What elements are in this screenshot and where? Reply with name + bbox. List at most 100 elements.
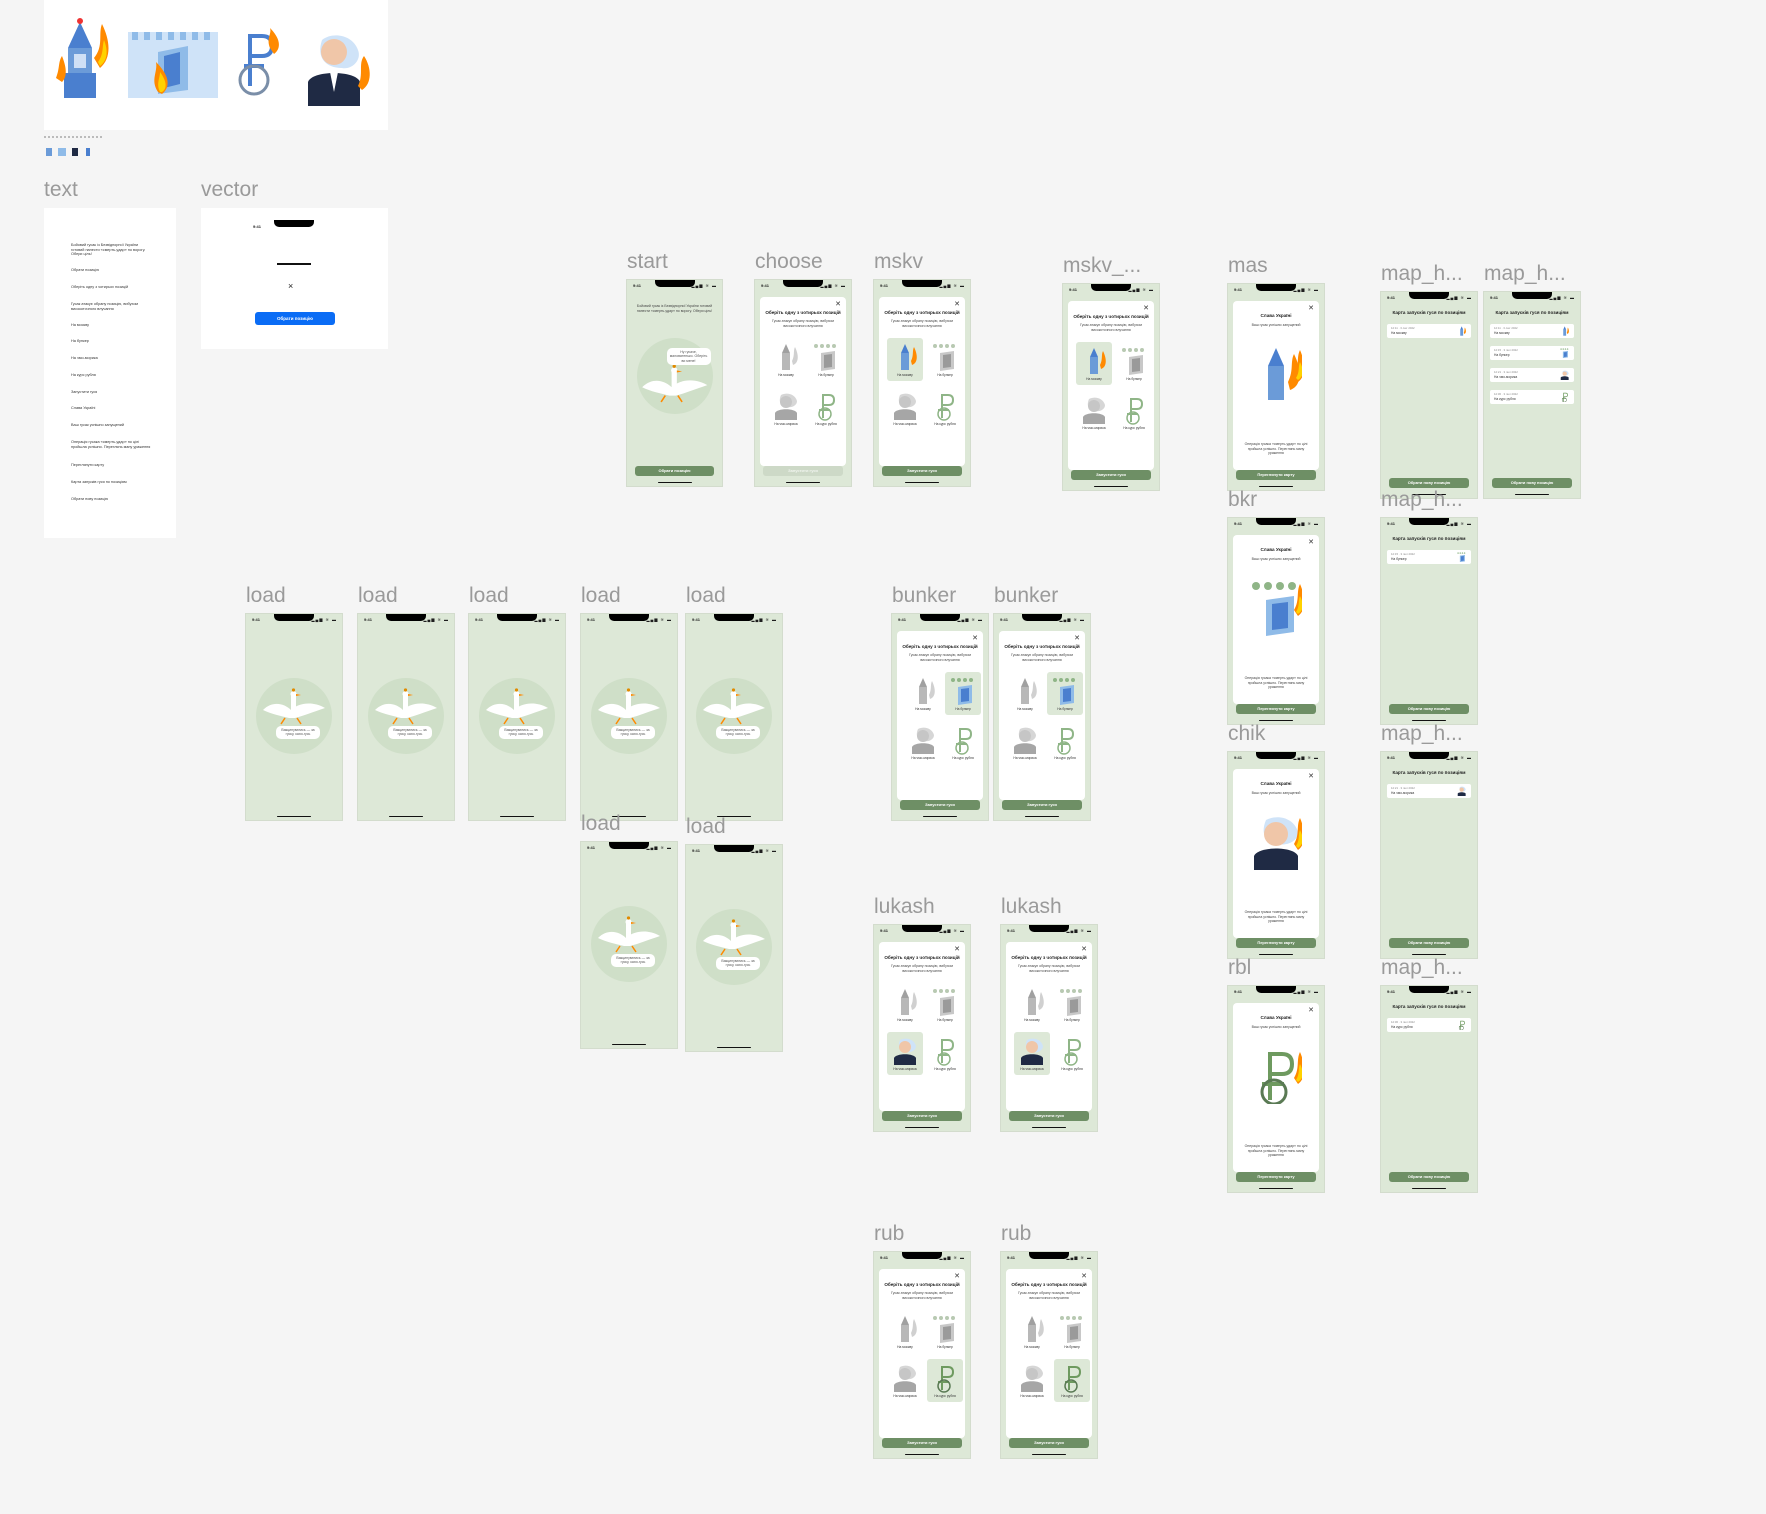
launch-goose-button[interactable]: Запустити гуся [1009, 1111, 1089, 1121]
frame-label-map-h: map_h... [1484, 262, 1566, 285]
status-signal-icons: ▂▄▆ ≋ ▬ [1293, 287, 1319, 292]
new-position-button[interactable]: Обрати нову позицію [1389, 938, 1469, 948]
option-dictator[interactable]: На чмо-морика [1076, 391, 1112, 434]
option-ruble[interactable]: На курс рубля [945, 721, 981, 764]
close-icon[interactable]: ✕ [1308, 772, 1314, 780]
map-row-date: 12:11 · 3 лют 2022 [1494, 326, 1518, 330]
option-kremlin[interactable]: На москву [768, 338, 804, 381]
launch-goose-button[interactable]: Запустити гуся [1009, 1438, 1089, 1448]
option-kremlin[interactable]: На москву [1014, 983, 1050, 1026]
map-row[interactable]: 12:30 · 3 лют 2022 На курс рубля [1490, 390, 1574, 404]
status-time: 9:41 [364, 617, 373, 622]
new-position-button[interactable]: Обрати нову позицію [1389, 704, 1469, 714]
status-time: 9:41 [1234, 989, 1243, 994]
close-icon[interactable]: ✕ [1308, 538, 1314, 546]
dictator-icon [1021, 1365, 1043, 1392]
map-row[interactable]: 12:21 · 3 лют 2022 На чмо-морика [1387, 784, 1471, 798]
option-label: На чмо-морика [911, 756, 935, 760]
option-bunker[interactable]: На бункер [1116, 342, 1152, 385]
launch-goose-button[interactable]: Запустити гуся [882, 1438, 962, 1448]
option-ruble[interactable]: На курс рубля [1054, 1359, 1090, 1402]
close-icon[interactable]: ✕ [954, 945, 960, 953]
close-icon[interactable]: ✕ [835, 300, 841, 308]
close-icon[interactable]: ✕ [1143, 304, 1149, 312]
close-icon[interactable]: ✕ [1074, 634, 1080, 642]
ruble-icon [937, 1366, 955, 1393]
option-bunker[interactable]: На бункер [1054, 1310, 1090, 1353]
option-dictator[interactable]: На чмо-морика [887, 1032, 923, 1075]
option-ruble[interactable]: На курс рубля [1047, 721, 1083, 764]
notch [1256, 518, 1296, 525]
option-dictator[interactable]: На чмо-морика [1014, 1359, 1050, 1402]
option-kremlin[interactable]: На москву [1014, 1310, 1050, 1353]
close-icon[interactable]: ✕ [954, 1272, 960, 1280]
status-signal-icons: ▂▄▆ ≋ ▬ [646, 845, 672, 850]
option-bunker[interactable]: На бункер [1047, 672, 1083, 715]
ruble-icon [1561, 392, 1568, 402]
launch-goose-button[interactable]: Запустити гуся [763, 466, 843, 476]
option-ruble[interactable]: На курс рубля [927, 387, 963, 430]
status-bar: 9:41 ▂▄▆ ≋ ▬ [1001, 925, 1097, 939]
option-ruble[interactable]: На курс рубля [927, 1032, 963, 1075]
option-label: На москву [897, 373, 913, 377]
option-ruble[interactable]: На курс рубля [808, 387, 844, 430]
new-position-button[interactable]: Обрати нову позицію [1389, 478, 1469, 488]
option-kremlin[interactable]: На москву [905, 672, 941, 715]
view-map-button[interactable]: Переглянути карту [1236, 938, 1316, 948]
launch-goose-button[interactable]: Запустити гуся [1071, 470, 1151, 480]
choose-subtitle: Гусак атакує обрану позицію, вибухом вис… [1018, 964, 1080, 973]
option-bunker[interactable]: На бункер [808, 338, 844, 381]
option-kremlin[interactable]: На москву [887, 1310, 923, 1353]
status-bar: 9:41 ▂▄▆ ≋ ▬ [1381, 986, 1477, 1000]
close-icon[interactable]: ✕ [1308, 304, 1314, 312]
status-time: 9:41 [587, 617, 596, 622]
view-map-button[interactable]: Переглянути карту [1236, 704, 1316, 714]
option-ruble[interactable]: На курс рубля [927, 1359, 963, 1402]
launch-goose-button[interactable]: Запустити гуся [1002, 800, 1082, 810]
launch-goose-button[interactable]: Запустити гуся [900, 800, 980, 810]
option-kremlin[interactable]: На москву [887, 983, 923, 1026]
vector-choose-button[interactable]: Обрати позицію [255, 312, 335, 325]
map-row[interactable]: 12:15 · 3 лют 2022 На бункер [1387, 550, 1471, 564]
view-map-button[interactable]: Переглянути карту [1236, 1172, 1316, 1182]
option-dictator[interactable]: На чмо-морика [1014, 1032, 1050, 1075]
dictator-result-icon [1254, 817, 1302, 870]
option-bunker[interactable]: На бункер [927, 983, 963, 1026]
close-icon[interactable]: ✕ [954, 300, 960, 308]
option-kremlin[interactable]: На москву [887, 338, 923, 381]
close-icon[interactable]: ✕ [1081, 945, 1087, 953]
map-row[interactable]: 12:11 · 3 лют 2022 На москву [1387, 324, 1471, 338]
option-ruble[interactable]: На курс рубля [1116, 391, 1152, 434]
map-row[interactable]: 12:15 · 3 лют 2022 На бункер [1490, 346, 1574, 360]
choose-card: ✕ Оберіть одну з чотирьох позицій Гусак ат… [1006, 942, 1092, 1111]
close-icon[interactable]: ✕ [1308, 1006, 1314, 1014]
new-position-button[interactable]: Обрати нову позицію [1492, 478, 1572, 488]
launch-goose-button[interactable]: Запустити гуся [882, 1111, 962, 1121]
option-ruble[interactable]: На курс рубля [1054, 1032, 1090, 1075]
map-row[interactable]: 12:21 · 3 лют 2022 На чмо-морика [1490, 368, 1574, 382]
map-row[interactable]: 12:30 · 3 лют 2022 На курс рубля [1387, 1018, 1471, 1032]
status-time: 9:41 [880, 928, 889, 933]
new-position-button[interactable]: Обрати нову позицію [1389, 1172, 1469, 1182]
close-icon[interactable]: × [288, 281, 293, 291]
view-map-button[interactable]: Переглянути карту [1236, 470, 1316, 480]
close-icon[interactable]: ✕ [1081, 1272, 1087, 1280]
option-dictator[interactable]: На чмо-морика [768, 387, 804, 430]
option-dictator[interactable]: На чмо-морика [905, 721, 941, 764]
option-dictator[interactable]: На чмо-морика [887, 387, 923, 430]
option-kremlin[interactable]: На москву [1007, 672, 1043, 715]
result-caption: Операція гусака «смерть-удар» по цілі пр… [1244, 676, 1308, 689]
status-signal-icons: ▂▄▆ ≋ ▬ [1059, 617, 1085, 622]
option-bunker[interactable]: На бункер [927, 338, 963, 381]
close-icon[interactable]: ✕ [972, 634, 978, 642]
choose-position-button[interactable]: Обрати позицію [635, 466, 714, 476]
option-bunker[interactable]: На бункер [945, 672, 981, 715]
option-kremlin[interactable]: На москву [1076, 342, 1112, 385]
option-bunker[interactable]: На бункер [927, 1310, 963, 1353]
option-dictator[interactable]: На чмо-морика [887, 1359, 923, 1402]
option-dictator[interactable]: На чмо-морика [1007, 721, 1043, 764]
ruble-result-icon [1260, 1052, 1302, 1104]
map-row[interactable]: 12:11 · 3 лют 2022 На москву [1490, 324, 1574, 338]
launch-goose-button[interactable]: Запустити гуся [882, 466, 962, 476]
option-bunker[interactable]: На бункер [1054, 983, 1090, 1026]
